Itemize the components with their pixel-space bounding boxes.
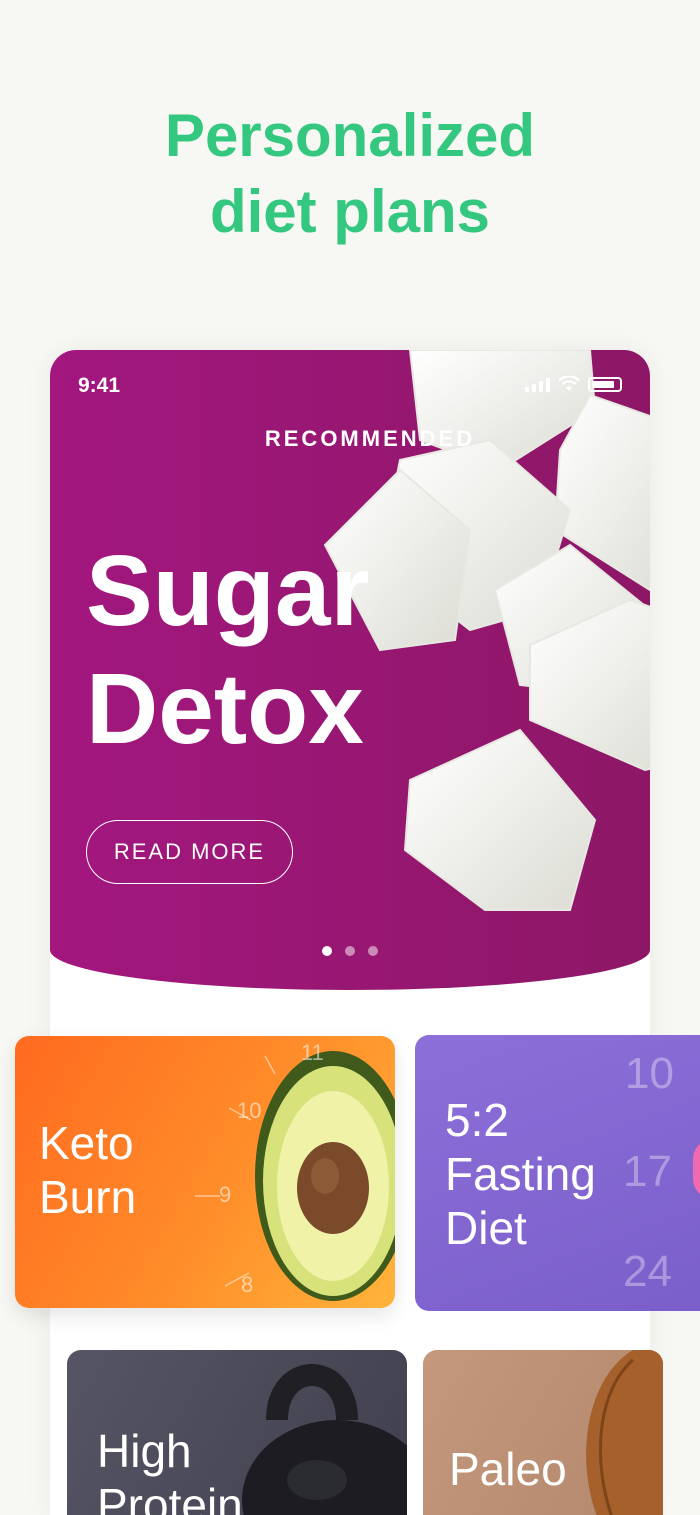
title-line: Protein xyxy=(97,1479,243,1515)
dial-number: 17 xyxy=(623,1147,672,1196)
hero-title-line-1: Sugar xyxy=(86,535,370,647)
headline-line-2: diet plans xyxy=(209,178,491,245)
title-line: Diet xyxy=(445,1202,527,1254)
fasting-diet-card[interactable]: 10 17 24 5:2 Fasting Diet xyxy=(415,1035,700,1311)
battery-icon xyxy=(588,377,622,392)
status-icons xyxy=(525,376,622,392)
dial-number: 11 xyxy=(301,1040,324,1065)
recommended-label: RECOMMENDED xyxy=(264,426,476,451)
pager-dot-2[interactable] xyxy=(345,946,355,956)
title-line: Keto xyxy=(39,1117,134,1169)
headline-line-1: Personalized xyxy=(164,102,536,169)
high-protein-card[interactable]: High Protein xyxy=(67,1350,407,1515)
status-time: 9:41 xyxy=(78,374,121,397)
dial-number: 10 xyxy=(237,1098,262,1123)
clock-dial-ticks xyxy=(195,1055,276,1287)
hero-title-line-2: Detox xyxy=(86,653,364,765)
title-line: Paleo xyxy=(449,1443,567,1495)
almond-image xyxy=(586,1350,663,1515)
recommended-hero-card[interactable]: 9:41 RECOMMENDED Sugar Detox READ MORE xyxy=(50,350,650,990)
signal-icon xyxy=(525,378,550,392)
page-headline: Personalized diet plans xyxy=(0,98,700,250)
keto-burn-title: Keto Burn xyxy=(39,1116,136,1224)
fasting-diet-title: 5:2 Fasting Diet xyxy=(445,1093,596,1255)
title-line: Burn xyxy=(39,1171,137,1223)
wifi-icon xyxy=(558,376,580,391)
pager-dots xyxy=(322,946,378,956)
read-more-button[interactable]: READ MORE xyxy=(86,820,293,884)
hero-title: Sugar Detox xyxy=(86,532,369,768)
pager-dot-1[interactable] xyxy=(322,946,332,956)
kettlebell-image xyxy=(242,1364,407,1515)
title-line: 5:2 xyxy=(445,1094,509,1146)
dial-number: 8 xyxy=(241,1272,254,1297)
paleo-card[interactable]: Paleo xyxy=(423,1350,663,1515)
paleo-title: Paleo xyxy=(449,1442,567,1496)
title-line: Fasting xyxy=(445,1148,596,1200)
keto-burn-card[interactable]: 11 10 9 8 Keto Burn xyxy=(15,1036,395,1308)
dial-number: 9 xyxy=(219,1182,232,1207)
dial-number: 24 xyxy=(623,1247,672,1296)
pager-dot-3[interactable] xyxy=(368,946,378,956)
phone-screen: 9:41 RECOMMENDED Sugar Detox READ MORE xyxy=(50,350,650,1515)
dial-number: 10 xyxy=(625,1049,674,1098)
title-line: High xyxy=(97,1425,192,1477)
high-protein-title: High Protein xyxy=(97,1424,243,1515)
progress-indicator xyxy=(693,1139,700,1199)
